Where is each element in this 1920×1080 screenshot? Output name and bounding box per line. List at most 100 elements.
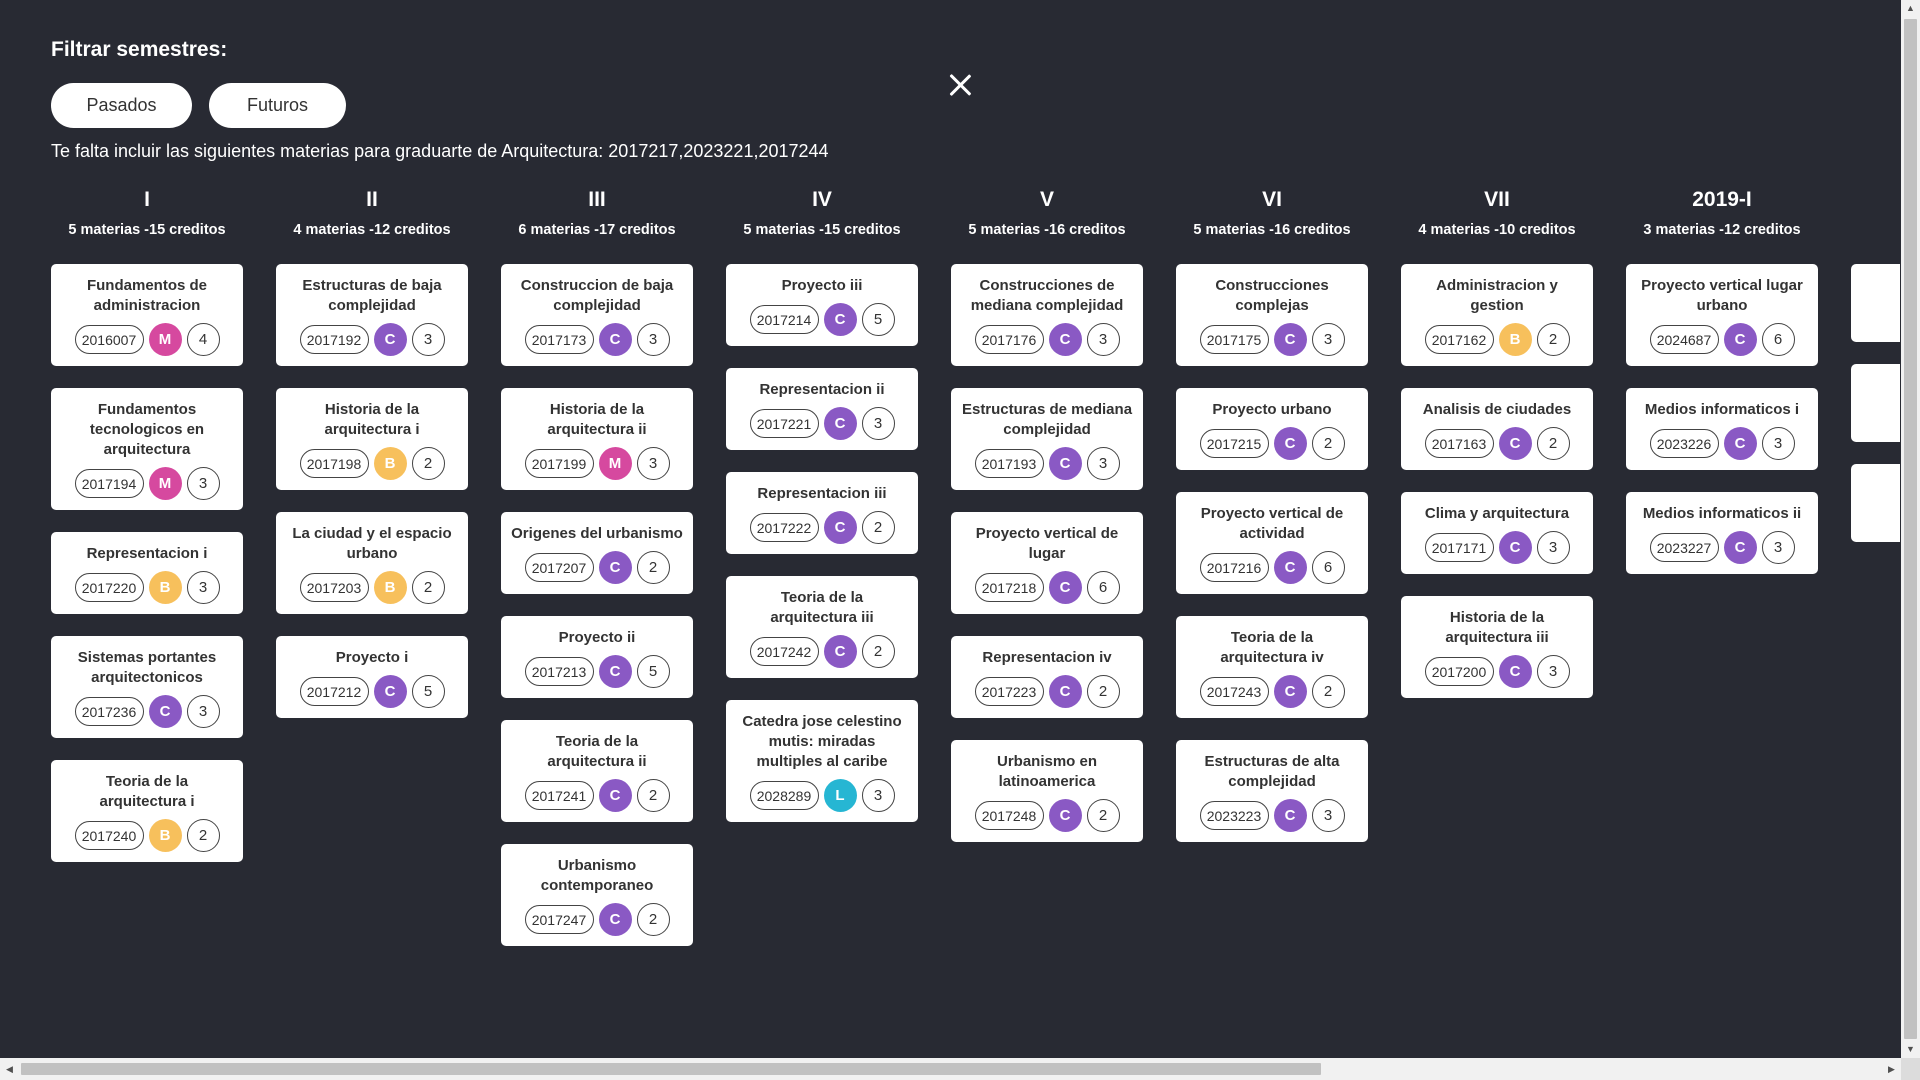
course-name: Estructuras de alta complejidad bbox=[1204, 753, 1340, 790]
course-meta: 201 bbox=[1859, 503, 1900, 532]
course-code: 2017241 bbox=[524, 781, 594, 810]
course-meta: 2017241 C 2 bbox=[509, 779, 685, 812]
course-card[interactable]: Teoria de la arquitectura i 2017240 B 2 bbox=[51, 760, 243, 862]
course-card[interactable]: Urbanismo en latinoamerica 2017248 C 2 bbox=[951, 740, 1143, 842]
course-card[interactable]: Representacion ii 2017221 C 3 bbox=[726, 368, 918, 450]
course-card[interactable]: Analisis de ciudades 2017163 C 2 bbox=[1401, 388, 1593, 470]
course-card[interactable]: Fundamentos tecnologicos en arquitectura… bbox=[51, 388, 243, 510]
pasados-button[interactable]: Pasados bbox=[51, 83, 192, 128]
course-credits: 6 bbox=[1311, 551, 1345, 584]
semester-summary: 6 materias -17 creditos bbox=[518, 222, 676, 238]
semester-summary: 5 materias -16 creditos bbox=[1193, 222, 1351, 238]
scroll-right-icon[interactable]: ▶ bbox=[1882, 1058, 1901, 1080]
course-card[interactable]: Teoria de la arquitectura iii 2017242 C 2 bbox=[726, 576, 918, 678]
course-card[interactable]: Teoria de la arquitectura iv 2017243 C 2 bbox=[1176, 616, 1368, 718]
course-code: 2017247 bbox=[524, 905, 594, 934]
course-card[interactable]: Representacion iii 2017222 C 2 bbox=[726, 472, 918, 554]
course-card[interactable]: Sistemas portantes arquitectonicos 201723… bbox=[51, 636, 243, 738]
course-meta: 2017216 C 6 bbox=[1184, 551, 1360, 584]
course-card[interactable]: Medios informaticos i 2023226 C 3 bbox=[1626, 388, 1818, 470]
course-card[interactable]: Estructuras de mediana complejidad 201719… bbox=[951, 388, 1143, 490]
course-credits: 3 bbox=[1536, 655, 1570, 688]
course-card[interactable]: Proyecto vertical lugar urbano 2024687 C 6 bbox=[1626, 264, 1818, 366]
vertical-scrollbar[interactable]: ▲ ▼ bbox=[1901, 0, 1920, 1058]
course-card[interactable]: Proyecto ii 2017213 C 5 bbox=[501, 616, 693, 698]
course-meta: 201 bbox=[1859, 403, 1900, 432]
course-code: 2017220 bbox=[74, 573, 144, 602]
course-name: Proyecto vertical lugar urbano bbox=[1641, 277, 1803, 314]
course-card[interactable]: Historia de la arquitectura ii 2017199 M 3 bbox=[501, 388, 693, 490]
course-name: Proyecto ii bbox=[558, 629, 636, 646]
course-meta: 2017221 C 3 bbox=[734, 407, 910, 440]
course-list: Estructuras de baja complejidad 2017192 C 3… bbox=[276, 264, 468, 718]
course-credits: 2 bbox=[861, 511, 895, 544]
course-card[interactable]: Construcciones de mediana complejidad 201… bbox=[951, 264, 1143, 366]
course-card[interactable]: Medios informaticos ii 2023227 C 3 bbox=[1626, 492, 1818, 574]
course-card[interactable]: Origenes del urbanismo 2017207 C 2 bbox=[501, 512, 693, 594]
course-name: Origenes del urbanismo bbox=[511, 525, 683, 542]
course-meta: 2017243 C 2 bbox=[1184, 675, 1360, 708]
course-type-badge: C bbox=[1048, 571, 1082, 604]
course-name: Proyecto iii bbox=[781, 277, 863, 294]
scroll-left-icon[interactable]: ◀ bbox=[0, 1058, 19, 1080]
course-card[interactable]: La ciudad y el espacio urbano 2017203 B 2 bbox=[276, 512, 468, 614]
semester-title: VII bbox=[1484, 188, 1510, 211]
course-meta: 2017192 C 3 bbox=[284, 323, 460, 356]
course-card[interactable]: Urbanismo contemporaneo 2017247 C 2 bbox=[501, 844, 693, 946]
course-meta: 2017247 C 2 bbox=[509, 903, 685, 936]
course-name: Historia de la arquitectura ii bbox=[547, 401, 647, 438]
course-credits: 3 bbox=[861, 407, 895, 440]
course-name: Sistemas portantes arquitectonicos bbox=[77, 649, 217, 686]
horizontal-scroll-thumb[interactable] bbox=[21, 1063, 1321, 1075]
course-card[interactable]: Estructuras de baja complejidad 2017192 C 3 bbox=[276, 264, 468, 366]
course-credits: 2 bbox=[186, 819, 220, 852]
course-card[interactable]: Proyecto urbano 2017215 C 2 bbox=[1176, 388, 1368, 470]
course-list: Proyecto iii 2017214 C 5 Representacion ii 20… bbox=[726, 264, 918, 822]
course-name: Representacion i bbox=[86, 545, 208, 562]
course-card[interactable]: Construcciones complejas 2017175 C 3 bbox=[1176, 264, 1368, 366]
course-card[interactable]: Estructuras de alta complejidad 2023223 C 3 bbox=[1176, 740, 1368, 842]
course-meta: 2017236 C 3 bbox=[59, 695, 235, 728]
course-credits: 6 bbox=[1086, 571, 1120, 604]
course-card[interactable]: Teoria de la arquitectura ii 2017241 C 2 bbox=[501, 720, 693, 822]
futuros-button[interactable]: Futuros bbox=[209, 83, 346, 128]
scroll-down-icon[interactable]: ▼ bbox=[1901, 1041, 1920, 1058]
course-name: Administracion y gestion bbox=[1436, 277, 1558, 314]
course-card[interactable]: Proyecto vertical de actividad 2017216 C 6 bbox=[1176, 492, 1368, 594]
horizontal-scrollbar[interactable]: ◀ ▶ bbox=[0, 1058, 1901, 1080]
course-card[interactable]: Proyecto vertical de lugar 2017218 C 6 bbox=[951, 512, 1143, 614]
vertical-scroll-thumb[interactable] bbox=[1904, 19, 1917, 1039]
course-code: 2017214 bbox=[749, 305, 819, 334]
course-type-badge: C bbox=[1273, 675, 1307, 708]
course-code: 2017192 bbox=[299, 325, 369, 354]
course-card[interactable]: Historia de la arquitectura iii 2017200 C 3 bbox=[1401, 596, 1593, 698]
course-card[interactable]: Catedra jose celestino mutis: miradas mu… bbox=[726, 700, 918, 822]
semester-column: 2019-I 3 materias -12 creditos Proyecto ve… bbox=[1626, 185, 1818, 596]
course-card[interactable]: Administracion y gestion 2017162 B 2 bbox=[1401, 264, 1593, 366]
course-card[interactable]: Representacion i 2017220 B 3 bbox=[51, 532, 243, 614]
course-meta: 2017171 C 3 bbox=[1409, 531, 1585, 564]
scrollbar-corner bbox=[1901, 1058, 1920, 1080]
course-card[interactable]: la 201 bbox=[1851, 364, 1900, 442]
course-code: 2028289 bbox=[749, 781, 819, 810]
course-card[interactable]: Pro 201 bbox=[1851, 264, 1900, 342]
course-code: 2017198 bbox=[299, 449, 369, 478]
course-card[interactable]: Proyecto iii 2017214 C 5 bbox=[726, 264, 918, 346]
course-type-badge: B bbox=[148, 571, 182, 604]
course-card[interactable]: Historia de la arquitectura i 2017198 B 2 bbox=[276, 388, 468, 490]
course-card[interactable]: a 201 bbox=[1851, 464, 1900, 542]
course-type-badge: L bbox=[823, 779, 857, 812]
course-name: Urbanismo contemporaneo bbox=[540, 857, 654, 894]
course-code: 2017215 bbox=[1199, 429, 1269, 458]
scroll-up-icon[interactable]: ▲ bbox=[1901, 0, 1920, 17]
course-card[interactable]: Representacion iv 2017223 C 2 bbox=[951, 636, 1143, 718]
course-name: Fundamentos de administracion bbox=[86, 277, 207, 314]
course-credits: 5 bbox=[861, 303, 895, 336]
course-card[interactable]: Fundamentos de administracion 2016007 M 4 bbox=[51, 264, 243, 366]
course-credits: 2 bbox=[1311, 675, 1345, 708]
course-card[interactable]: Clima y arquitectura 2017171 C 3 bbox=[1401, 492, 1593, 574]
semester-summary: 4 materias -10 creditos bbox=[1418, 222, 1576, 238]
course-card[interactable]: Construccion de baja complejidad 2017173 C… bbox=[501, 264, 693, 366]
close-icon[interactable] bbox=[949, 73, 971, 97]
course-card[interactable]: Proyecto i 2017212 C 5 bbox=[276, 636, 468, 718]
